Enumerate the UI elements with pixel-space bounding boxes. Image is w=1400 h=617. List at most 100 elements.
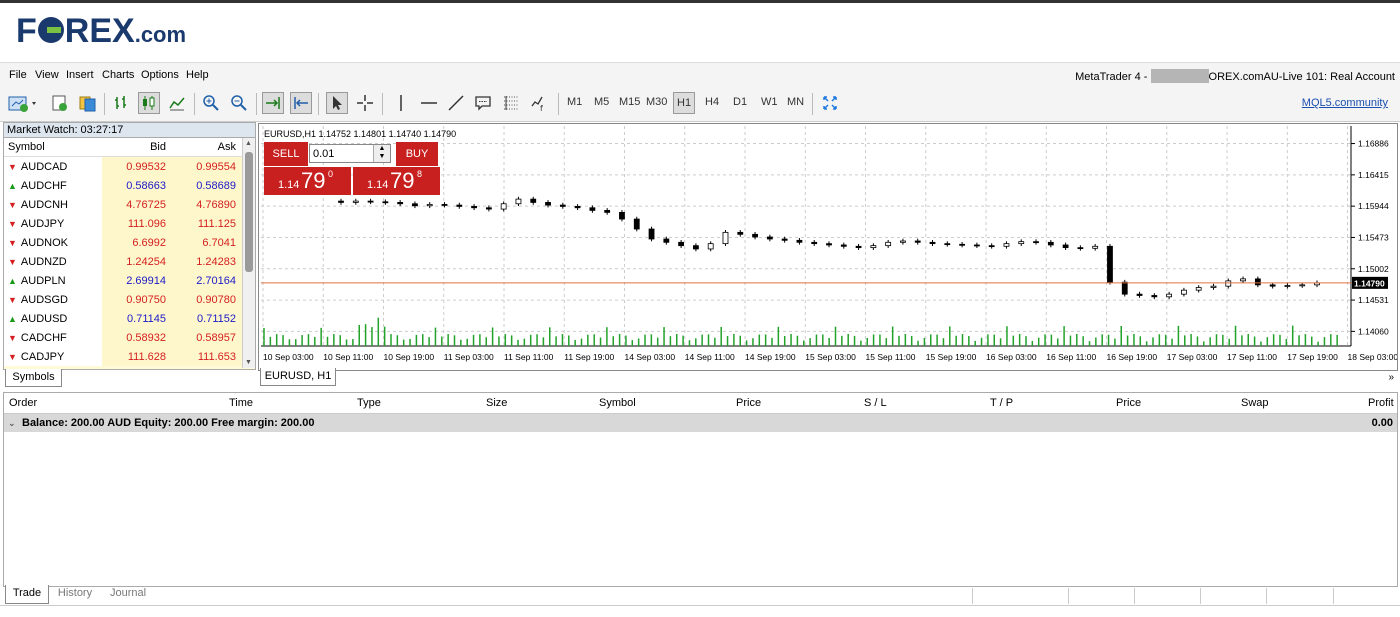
column-tp[interactable]: T / P bbox=[990, 397, 1013, 409]
column-ask[interactable]: Ask bbox=[172, 138, 242, 157]
column-profit[interactable]: Profit bbox=[1368, 397, 1394, 409]
top-border bbox=[0, 0, 1400, 3]
auto-scroll-icon[interactable] bbox=[262, 92, 284, 114]
column-type[interactable]: Type bbox=[357, 397, 381, 409]
tab-symbols[interactable]: Symbols bbox=[5, 369, 62, 387]
column-order[interactable]: Order bbox=[9, 397, 37, 409]
x-tick-label: 18 Sep 03:00 bbox=[1348, 352, 1397, 362]
buy-button[interactable]: BUY bbox=[396, 142, 438, 166]
symbol-cell[interactable]: ▼ AUDCAD bbox=[4, 156, 102, 176]
menu-insert[interactable]: Insert bbox=[66, 69, 94, 81]
crosshair-icon[interactable] bbox=[354, 92, 376, 114]
market-watch-row[interactable]: ▼ AUDNOK 6.6992 6.7041 bbox=[4, 233, 242, 252]
trendline-icon[interactable] bbox=[445, 92, 467, 114]
column-close-price[interactable]: Price bbox=[1116, 397, 1141, 409]
market-watch-row[interactable]: ▼ AUDSGD 0.90750 0.90780 bbox=[4, 290, 242, 309]
market-watch-row[interactable]: ▼ AUDCAD 0.99532 0.99554 bbox=[4, 156, 242, 176]
timeframe-h1[interactable]: H1 bbox=[673, 92, 696, 114]
symbol-cell[interactable]: ▼ AUDSGD bbox=[4, 290, 102, 309]
market-watch-panel: Market Watch: 03:27:17 Symbol Bid Ask ▼ A… bbox=[3, 122, 256, 370]
timeframe-w1[interactable]: W1 bbox=[761, 96, 778, 108]
zoom-in-icon[interactable] bbox=[200, 92, 222, 114]
scrollbar-thumb[interactable] bbox=[245, 152, 253, 272]
symbol-cell[interactable]: ▲ AUDUSD bbox=[4, 309, 102, 328]
timeframe-m30[interactable]: M30 bbox=[646, 96, 667, 108]
symbol-cell[interactable]: ▼ AUDNOK bbox=[4, 233, 102, 252]
indicators-icon[interactable]: f bbox=[528, 92, 550, 114]
market-watch-icon[interactable] bbox=[76, 92, 98, 114]
column-sl[interactable]: S / L bbox=[864, 397, 887, 409]
market-watch-row[interactable]: ▲ AUDCHF 0.58663 0.58689 bbox=[4, 176, 242, 195]
timeframe-m1[interactable]: M1 bbox=[567, 96, 582, 108]
market-watch-row[interactable]: ▼ CADCHF 0.58932 0.58957 bbox=[4, 328, 242, 347]
menu-options[interactable]: Options bbox=[141, 69, 179, 81]
menu-view[interactable]: View bbox=[35, 69, 59, 81]
market-watch-scrollbar[interactable]: ▲ ▼ bbox=[242, 138, 255, 368]
fullscreen-icon[interactable] bbox=[819, 92, 841, 114]
bar-chart-icon[interactable] bbox=[110, 92, 132, 114]
cursor-icon[interactable] bbox=[326, 92, 348, 114]
zoom-out-icon[interactable] bbox=[228, 92, 250, 114]
symbol-cell[interactable]: ▼ CADCHF bbox=[4, 328, 102, 347]
timeframe-m5[interactable]: M5 bbox=[594, 96, 609, 108]
market-watch-row[interactable]: ▼ AUDNZD 1.24254 1.24283 bbox=[4, 252, 242, 271]
column-symbol[interactable]: Symbol bbox=[4, 138, 102, 157]
symbol-cell[interactable]: ▼ AUDCNH bbox=[4, 195, 102, 214]
market-watch-row[interactable]: ▲ AUDPLN 2.69914 2.70164 bbox=[4, 271, 242, 290]
column-price[interactable]: Price bbox=[736, 397, 761, 409]
candle-body bbox=[973, 244, 980, 247]
arrow-down-icon: ▼ bbox=[8, 294, 17, 305]
fibonacci-icon[interactable] bbox=[500, 92, 522, 114]
buy-price[interactable]: 1.14 79 8 bbox=[353, 167, 440, 195]
bid-cell: 0.90750 bbox=[102, 290, 172, 309]
market-watch-row[interactable]: ▼ CADJPY 111.628 111.653 bbox=[4, 347, 242, 366]
market-watch-row[interactable]: ▼ AUDCNH 4.76725 4.76890 bbox=[4, 195, 242, 214]
column-size[interactable]: Size bbox=[486, 397, 507, 409]
tab-trade[interactable]: Trade bbox=[5, 585, 49, 604]
symbol-cell[interactable]: ▼ AUDJPY bbox=[4, 214, 102, 233]
symbol-name: AUDNZD bbox=[20, 255, 67, 268]
column-symbol[interactable]: Symbol bbox=[599, 397, 636, 409]
bid-cell: 0.58932 bbox=[102, 328, 172, 347]
timeframe-m15[interactable]: M15 bbox=[619, 96, 640, 108]
horizontal-line-icon[interactable] bbox=[418, 92, 440, 114]
timeframe-mn[interactable]: MN bbox=[787, 96, 804, 108]
symbol-cell[interactable]: ▼ AUDNZD bbox=[4, 252, 102, 271]
symbol-cell[interactable]: ▲ AUDPLN bbox=[4, 271, 102, 290]
column-swap[interactable]: Swap bbox=[1241, 397, 1269, 409]
market-watch-row[interactable]: ▲ AUDUSD 0.71145 0.71152 bbox=[4, 309, 242, 328]
timeframe-h4[interactable]: H4 bbox=[705, 96, 719, 108]
column-time[interactable]: Time bbox=[229, 397, 253, 409]
sell-button[interactable]: SELL bbox=[264, 142, 308, 166]
collapse-icon[interactable]: ⌄ bbox=[8, 414, 16, 432]
candle-body bbox=[589, 207, 596, 211]
symbol-name: AUDNOK bbox=[20, 236, 68, 249]
tab-chart-eurusd-h1[interactable]: EURUSD, H1 bbox=[260, 368, 336, 386]
column-bid[interactable]: Bid bbox=[102, 138, 172, 157]
mql5-community-link[interactable]: MQL5.community bbox=[1302, 97, 1388, 109]
text-label-icon[interactable] bbox=[472, 92, 494, 114]
timeframe-d1[interactable]: D1 bbox=[733, 96, 747, 108]
tab-history[interactable]: History bbox=[52, 585, 98, 603]
new-profile-icon[interactable] bbox=[48, 92, 70, 114]
symbol-cell[interactable]: ▼ CADJPY bbox=[4, 347, 102, 366]
candle-body bbox=[826, 243, 832, 246]
sell-price[interactable]: 1.14 79 0 bbox=[264, 167, 351, 195]
new-chart-icon[interactable] bbox=[7, 92, 39, 114]
candlestick-chart-icon[interactable] bbox=[138, 92, 160, 114]
lot-stepper[interactable]: ▲ ▼ bbox=[373, 145, 390, 162]
menu-charts[interactable]: Charts bbox=[102, 69, 134, 81]
candle-body bbox=[663, 238, 670, 243]
tab-journal[interactable]: Journal bbox=[103, 585, 153, 603]
line-chart-icon[interactable] bbox=[166, 92, 188, 114]
market-watch-row[interactable]: ▼ AUDJPY 111.096 111.125 bbox=[4, 214, 242, 233]
tabs-scroll-right-icon[interactable]: » bbox=[1388, 372, 1394, 383]
vertical-line-icon[interactable] bbox=[390, 92, 412, 114]
menu-file[interactable]: File bbox=[9, 69, 27, 81]
candle-body bbox=[959, 243, 965, 246]
symbol-cell[interactable]: ▲ AUDCHF bbox=[4, 176, 102, 195]
candle-body bbox=[338, 200, 344, 203]
chart-shift-icon[interactable] bbox=[290, 92, 312, 114]
menu-help[interactable]: Help bbox=[186, 69, 209, 81]
lot-size-input[interactable]: 0.01 ▲ ▼ bbox=[309, 144, 391, 163]
